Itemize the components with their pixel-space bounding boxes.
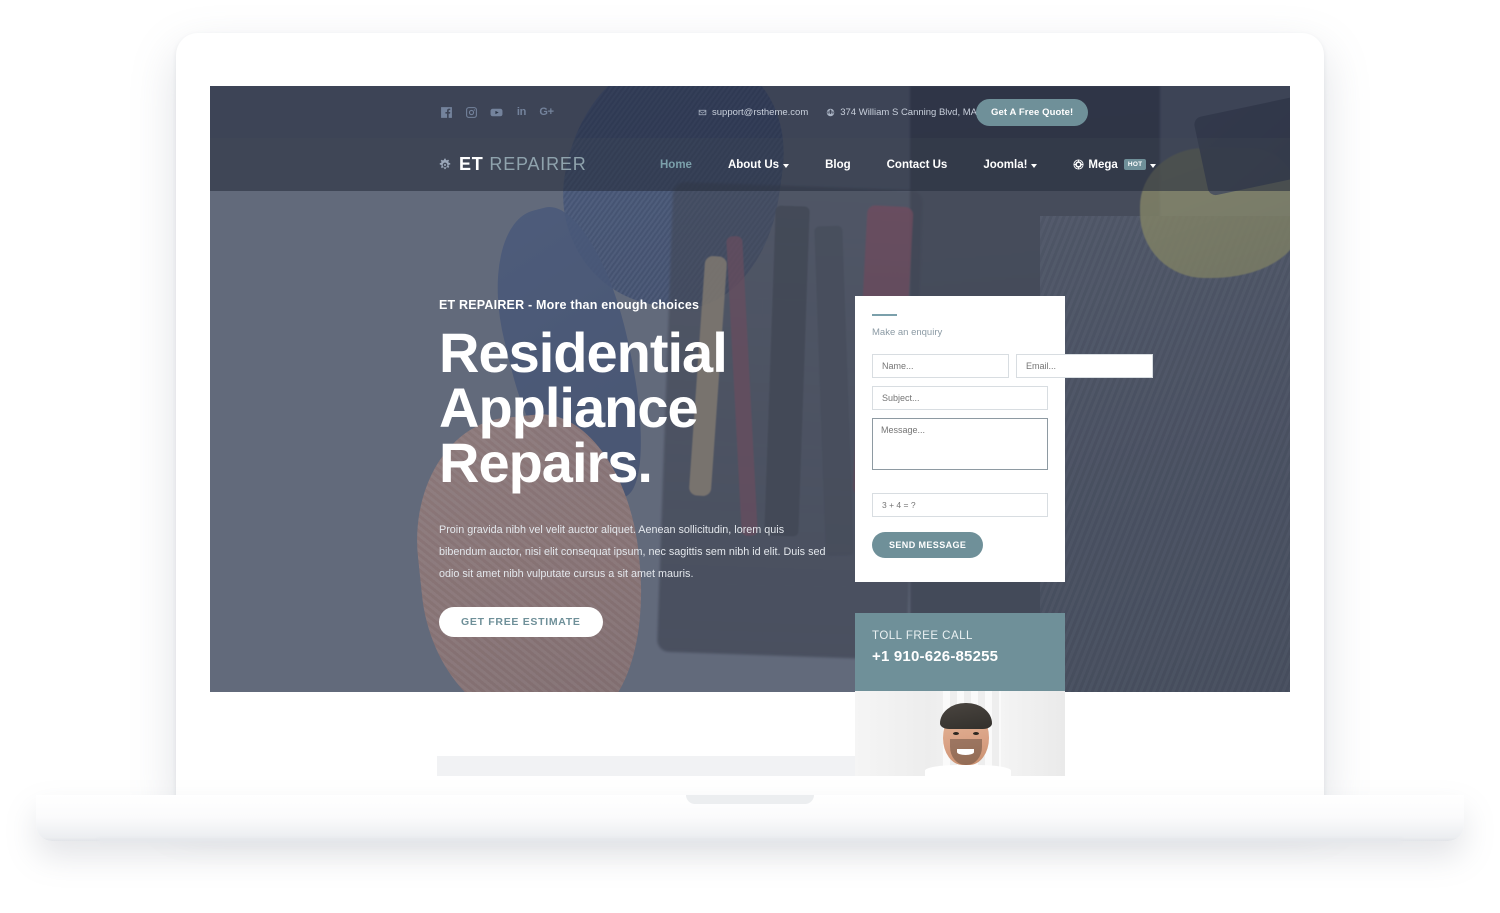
chevron-down-icon (1150, 163, 1157, 168)
hero-content: ET REPAIRER - More than enough choices R… (439, 298, 839, 637)
subject-input[interactable] (872, 386, 1048, 410)
nav-label-contact-us: Contact Us (886, 158, 948, 171)
facebook-icon[interactable] (440, 106, 453, 119)
googleplus-icon[interactable]: G+ (539, 106, 554, 119)
toll-free-panel: TOLL FREE CALL +1 910-626-85255 (855, 613, 1065, 691)
nav-item-joomla[interactable]: Joomla! (983, 158, 1038, 171)
toll-free-label: TOLL FREE CALL (872, 630, 973, 642)
email-info[interactable]: support@rstheme.com (698, 107, 808, 118)
hot-badge: HOT (1123, 159, 1147, 170)
chevron-down-icon (1031, 163, 1038, 168)
hero-title-line-2: Appliance (439, 375, 699, 439)
crosshair-icon (1073, 159, 1084, 170)
nav-label-joomla: Joomla! (983, 158, 1028, 171)
browser-screen: in G+ support@rstheme.com 374 William S … (210, 86, 1290, 776)
accent-divider (872, 314, 897, 316)
enquiry-form-card: Make an enquiry SEND MESSAGE (855, 296, 1153, 582)
name-email-row (872, 354, 1153, 378)
portrait-shirt (925, 765, 1011, 776)
laptop-shadow (98, 838, 1402, 847)
social-links: in G+ (440, 106, 554, 119)
subject-row (872, 386, 1048, 410)
hero-title-line-3: Repairs. (439, 430, 653, 494)
hero-subtitle: ET REPAIRER - More than enough choices (439, 298, 700, 312)
site-logo[interactable]: ET REPAIRER (438, 154, 587, 175)
linkedin-icon[interactable]: in (515, 106, 528, 119)
nav-label-about-us: About Us (727, 158, 780, 171)
nav-item-mega[interactable]: Mega HOT (1073, 158, 1157, 171)
youtube-icon[interactable] (490, 106, 503, 119)
logo-text: ET REPAIRER (459, 154, 587, 175)
message-textarea[interactable] (872, 418, 1048, 470)
hero-section: in G+ support@rstheme.com 374 William S … (210, 86, 1290, 692)
gear-icon (438, 158, 452, 172)
logo-secondary: REPAIRER (489, 154, 587, 174)
nav-label-blog: Blog (825, 158, 851, 171)
globe-icon (826, 108, 835, 116)
portrait-smile (957, 749, 974, 755)
email-text: support@rstheme.com (712, 106, 809, 118)
portrait-eye-right (973, 732, 979, 735)
laptop-base (36, 795, 1464, 841)
screenshot-stage: in G+ support@rstheme.com 374 William S … (0, 0, 1500, 913)
logo-primary: ET (459, 154, 484, 174)
nav-item-home[interactable]: Home (660, 159, 692, 171)
portrait-eye-left (953, 732, 959, 735)
hero-title: Residential Appliance Repairs. (439, 321, 839, 494)
toll-free-number[interactable]: +1 910-626-85255 (872, 648, 1048, 665)
envelope-icon (698, 109, 707, 115)
estimate-button-label: GET FREE ESTIMATE (461, 616, 581, 628)
get-free-estimate-button[interactable]: GET FREE ESTIMATE (439, 607, 603, 637)
quote-button-label: Get A Free Quote! (991, 106, 1074, 118)
top-bar: in G+ support@rstheme.com 374 William S … (210, 86, 1290, 138)
nav-label-mega: Mega (1088, 158, 1118, 171)
nav-item-contact-us[interactable]: Contact Us (887, 159, 948, 171)
nav-menu: Home About Us Blog Contact Us Joomla! Me… (660, 158, 1157, 171)
enquiry-title: Make an enquiry (872, 327, 943, 338)
instagram-icon[interactable] (465, 106, 478, 119)
hero-paragraph: Proin gravida nibh vel velit auctor aliq… (439, 523, 826, 580)
captcha-input[interactable] (872, 493, 1048, 517)
get-a-free-quote-button[interactable]: Get A Free Quote! (976, 98, 1089, 126)
name-input[interactable] (872, 354, 1009, 378)
send-message-button[interactable]: SEND MESSAGE (872, 532, 984, 558)
nav-label-home: Home (660, 158, 692, 171)
technician-portrait (855, 691, 1065, 776)
chevron-down-icon (783, 163, 790, 168)
send-button-label: SEND MESSAGE (889, 540, 967, 550)
nav-item-blog[interactable]: Blog (825, 159, 851, 171)
email-input[interactable] (1016, 354, 1153, 378)
nav-item-about-us[interactable]: About Us (727, 158, 790, 171)
hero-title-line-1: Residential (439, 321, 728, 384)
navigation-bar: ET REPAIRER Home About Us Blog Contact U… (210, 138, 1290, 191)
